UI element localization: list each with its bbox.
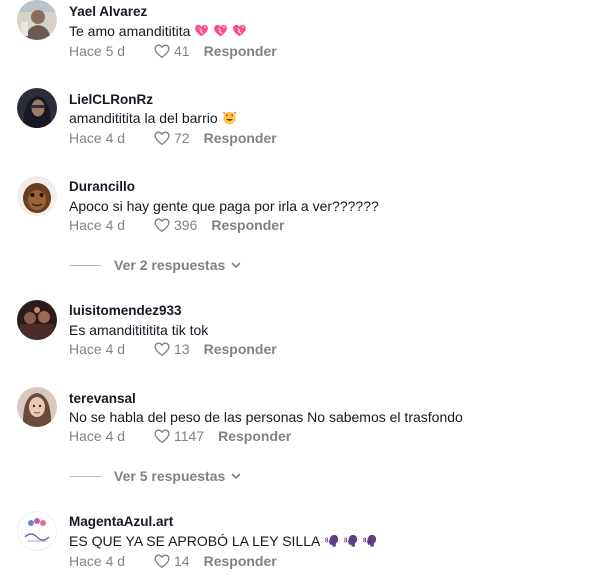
speaking-head-icon [362,533,377,548]
reply-button[interactable]: Responder [204,553,277,569]
avatar[interactable] [17,88,57,128]
like-count: 41 [174,43,190,59]
heart-outline-icon [153,552,171,570]
timestamp: Hace 5 d [69,43,126,59]
comment-body: Te amo amandititita [69,23,191,39]
like-button[interactable]: 41 [153,42,190,60]
timestamp: Hace 4 d [69,553,126,569]
heart-outline-icon [153,427,171,445]
view-replies-button[interactable]: Ver 2 respuestas [70,255,242,275]
reply-button[interactable]: Responder [218,428,291,444]
comment-meta: Hace 5 d 41 Responder [69,41,277,61]
like-button[interactable]: 1147 [153,427,204,445]
timestamp: Hace 4 d [69,428,126,444]
username[interactable]: LielCLRonRz [69,92,153,108]
comment-text: No se habla del peso de las personas No … [69,408,463,426]
like-button[interactable]: 72 [153,129,190,147]
comment-body: No se habla del peso de las personas No … [69,409,463,425]
reply-button[interactable]: Responder [204,341,277,357]
heart-outline-icon [153,216,171,234]
comment-text: Te amo amandititita [69,22,247,40]
like-count: 1147 [174,428,205,444]
like-button[interactable]: 13 [153,340,190,358]
heart-outline-icon [153,42,171,60]
timestamp: Hace 4 d [69,130,126,146]
comment-body: Apoco si hay gente que paga por irla a v… [69,198,379,214]
smiling-hearts-face-icon [222,110,237,125]
view-replies-label: Ver 2 respuestas [114,257,226,273]
speaking-head-icon [324,533,339,548]
reply-button[interactable]: Responder [211,217,284,233]
heart-icon [213,23,228,38]
username[interactable]: Durancillo [69,179,135,195]
like-count: 14 [174,553,190,569]
avatar[interactable] [17,176,57,216]
like-count: 72 [174,130,190,146]
avatar[interactable] [17,511,57,551]
like-button[interactable]: 396 [153,216,197,234]
heart-icon [194,23,209,38]
speaking-head-icon [343,533,358,548]
comment-meta: Hace 4 d 13 Responder [69,339,277,359]
heart-outline-icon [153,340,171,358]
timestamp: Hace 4 d [69,217,126,233]
reply-button[interactable]: Responder [204,130,277,146]
heart-icon [232,23,247,38]
like-button[interactable]: 14 [153,552,190,570]
comment-meta: Hace 4 d 1147 Responder [69,426,291,446]
avatar[interactable] [17,0,57,40]
comment-meta: Hace 4 d 72 Responder [69,128,277,148]
username[interactable]: luisitomendez933 [69,303,182,319]
username[interactable]: MagentaAzul.art [69,514,173,530]
comment-meta: Hace 4 d 396 Responder [69,215,284,235]
comment-body: Es amanditititita tik tok [69,322,209,338]
divider-line [70,475,101,477]
chevron-down-icon [230,259,242,271]
view-replies-button[interactable]: Ver 5 respuestas [70,466,242,486]
timestamp: Hace 4 d [69,341,126,357]
heart-outline-icon [153,129,171,147]
username[interactable]: Yael Alvarez [69,4,147,20]
username[interactable]: terevansal [69,391,136,407]
comment-text: Apoco si hay gente que paga por irla a v… [69,197,379,215]
comment-body: ES QUE YA SE APROBÓ LA LEY SILLA [69,533,321,549]
like-count: 13 [174,341,190,357]
comment-meta: Hace 4 d 14 Responder [69,551,277,571]
comment-text: amandititita la del barrio [69,109,237,127]
chevron-down-icon [230,470,242,482]
comment-text: Es amanditititita tik tok [69,321,208,339]
comment-body: amandititita la del barrio [69,110,218,126]
avatar[interactable] [17,300,57,340]
reply-button[interactable]: Responder [204,43,277,59]
avatar[interactable] [17,387,57,427]
comment-text: ES QUE YA SE APROBÓ LA LEY SILLA [69,532,377,550]
divider-line [70,264,101,266]
like-count: 396 [174,217,198,233]
view-replies-label: Ver 5 respuestas [114,468,226,484]
